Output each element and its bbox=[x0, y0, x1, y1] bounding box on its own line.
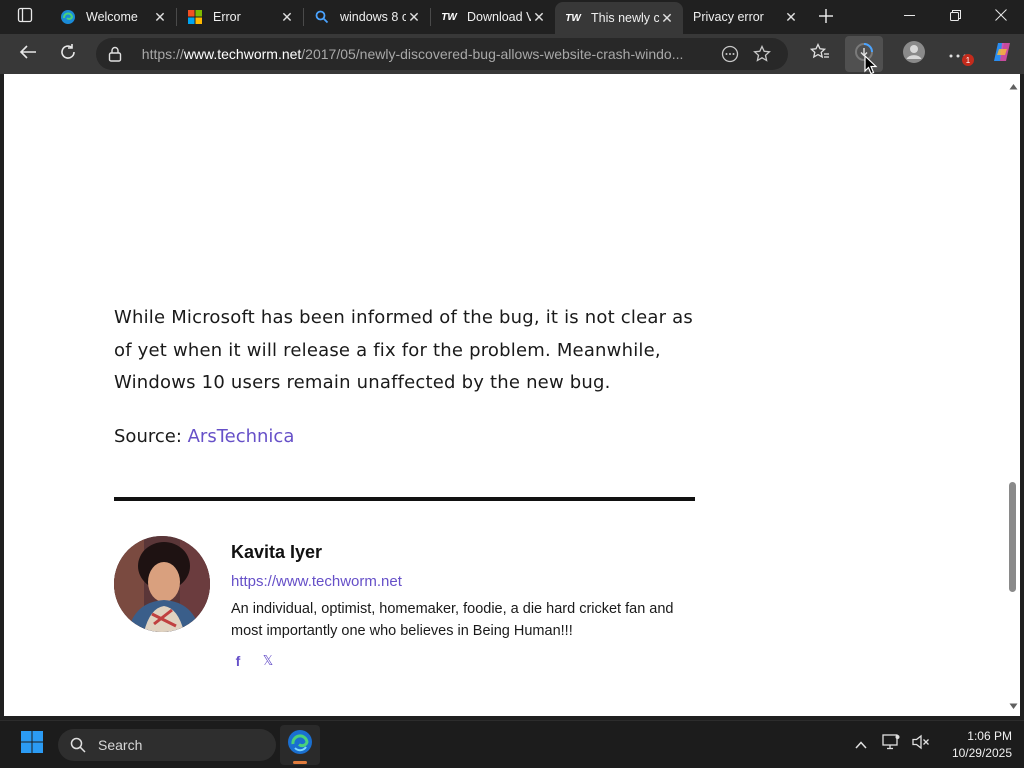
network-button[interactable] bbox=[876, 730, 906, 760]
edge-icon bbox=[287, 729, 313, 760]
favorites-button[interactable] bbox=[798, 36, 842, 72]
start-button[interactable] bbox=[12, 725, 52, 765]
profile-avatar-icon bbox=[902, 40, 926, 69]
techworm-icon: TW bbox=[441, 11, 457, 23]
windows-taskbar: Search 1:06 PM 10/29/2025 bbox=[0, 720, 1024, 768]
tab-actions-button[interactable] bbox=[0, 0, 50, 34]
scrollbar-thumb[interactable] bbox=[1009, 482, 1016, 592]
article-body: While Microsoft has been informed of the… bbox=[114, 302, 704, 447]
copilot-button[interactable] bbox=[980, 36, 1024, 72]
author-socials: f 𝕏 bbox=[231, 653, 701, 669]
desktop-screen: Welcome ✕ Error ✕ windows 8 c ✕ TW Downl… bbox=[0, 0, 1024, 768]
article-paragraph: While Microsoft has been informed of the… bbox=[114, 307, 693, 393]
web-content: While Microsoft has been informed of the… bbox=[4, 74, 1005, 716]
search-icon bbox=[314, 9, 330, 25]
minimize-button[interactable] bbox=[886, 0, 932, 34]
taskbar-clock[interactable]: 1:06 PM 10/29/2025 bbox=[936, 728, 1024, 762]
search-icon bbox=[70, 737, 90, 753]
close-icon bbox=[995, 8, 1007, 26]
close-tab-icon[interactable]: ✕ bbox=[531, 9, 547, 25]
close-tab-icon[interactable]: ✕ bbox=[783, 9, 799, 25]
copilot-icon bbox=[991, 41, 1013, 68]
favorite-star-icon[interactable] bbox=[748, 40, 776, 68]
windows-logo-icon bbox=[20, 730, 44, 759]
back-button[interactable] bbox=[8, 36, 48, 72]
edge-icon bbox=[60, 9, 76, 25]
reader-more-icon[interactable] bbox=[716, 40, 744, 68]
toolbar-right: 1 bbox=[798, 36, 1024, 72]
source-link[interactable]: ArsTechnica bbox=[188, 426, 295, 447]
techworm-icon: TW bbox=[565, 12, 581, 24]
tab-strip: Welcome ✕ Error ✕ windows 8 c ✕ TW Downl… bbox=[0, 0, 1024, 34]
taskbar-edge-app[interactable] bbox=[280, 724, 320, 765]
chevron-up-icon bbox=[855, 736, 867, 754]
show-hidden-icons-button[interactable] bbox=[846, 730, 876, 760]
refresh-button[interactable] bbox=[48, 36, 88, 72]
page-scrollbar[interactable] bbox=[1005, 74, 1020, 716]
tab-this-newly-active[interactable]: TW This newly c ✕ bbox=[555, 2, 683, 34]
window-right-border bbox=[1020, 74, 1024, 716]
source-label: Source: bbox=[114, 425, 188, 447]
close-tab-icon[interactable]: ✕ bbox=[406, 9, 422, 25]
scroll-up-arrow-icon[interactable] bbox=[1007, 80, 1019, 92]
author-info: Kavita Iyer https://www.techworm.net An … bbox=[231, 542, 701, 669]
volume-button[interactable] bbox=[906, 730, 936, 760]
profile-button[interactable] bbox=[892, 36, 936, 72]
notification-badge: 1 bbox=[962, 54, 974, 66]
tab-welcome[interactable]: Welcome ✕ bbox=[50, 0, 176, 34]
lock-icon[interactable] bbox=[108, 46, 128, 62]
clock-time: 1:06 PM bbox=[967, 728, 1012, 743]
running-indicator bbox=[293, 760, 307, 764]
microsoft-icon bbox=[187, 9, 203, 25]
refresh-icon bbox=[59, 43, 77, 66]
tab-actions-icon bbox=[17, 7, 33, 28]
author-avatar[interactable] bbox=[114, 536, 210, 632]
system-tray: 1:06 PM 10/29/2025 bbox=[846, 721, 1024, 768]
close-tab-icon[interactable]: ✕ bbox=[659, 10, 675, 26]
clock-date: 10/29/2025 bbox=[951, 745, 1012, 760]
settings-more-button[interactable]: 1 bbox=[936, 36, 980, 72]
speaker-muted-icon bbox=[912, 734, 930, 755]
tab-error[interactable]: Error ✕ bbox=[177, 0, 303, 34]
close-tab-icon[interactable]: ✕ bbox=[152, 9, 168, 25]
taskbar-search-label: Search bbox=[98, 736, 143, 753]
author-name[interactable]: Kavita Iyer bbox=[231, 542, 701, 563]
mouse-cursor-icon bbox=[864, 54, 878, 75]
url-text[interactable]: https://www.techworm.net/2017/05/newly-d… bbox=[142, 46, 712, 62]
restore-icon bbox=[949, 8, 961, 26]
tab-privacy-error[interactable]: Privacy error ✕ bbox=[683, 0, 807, 34]
tab-windows-search[interactable]: windows 8 c ✕ bbox=[304, 0, 430, 34]
facebook-icon[interactable]: f bbox=[231, 653, 245, 669]
author-bio: An individual, optimist, homemaker, food… bbox=[231, 601, 674, 639]
minimize-icon bbox=[903, 8, 915, 26]
plus-icon bbox=[818, 4, 834, 30]
restore-button[interactable] bbox=[932, 0, 978, 34]
author-website-link[interactable]: https://www.techworm.net bbox=[231, 573, 701, 590]
taskbar-search[interactable]: Search bbox=[58, 728, 276, 761]
window-controls bbox=[886, 0, 1024, 34]
address-bar[interactable]: https://www.techworm.net/2017/05/newly-d… bbox=[95, 38, 788, 70]
url-host: www.techworm.net bbox=[183, 46, 302, 62]
scroll-down-arrow-icon[interactable] bbox=[1007, 700, 1019, 712]
article-source: Source: ArsTechnica bbox=[114, 426, 704, 447]
tab-download[interactable]: TW Download V ✕ bbox=[431, 0, 555, 34]
new-tab-button[interactable] bbox=[807, 0, 845, 34]
url-prefix: https:// bbox=[141, 46, 184, 62]
network-monitor-icon bbox=[882, 734, 900, 755]
close-tab-icon[interactable]: ✕ bbox=[279, 9, 295, 25]
favorites-star-list-icon bbox=[809, 42, 830, 66]
back-arrow-icon bbox=[19, 44, 37, 65]
x-icon[interactable]: 𝕏 bbox=[261, 653, 275, 668]
section-divider bbox=[114, 497, 695, 501]
close-window-button[interactable] bbox=[978, 0, 1024, 34]
url-path: /2017/05/newly-discovered-bug-allows-web… bbox=[301, 46, 684, 62]
